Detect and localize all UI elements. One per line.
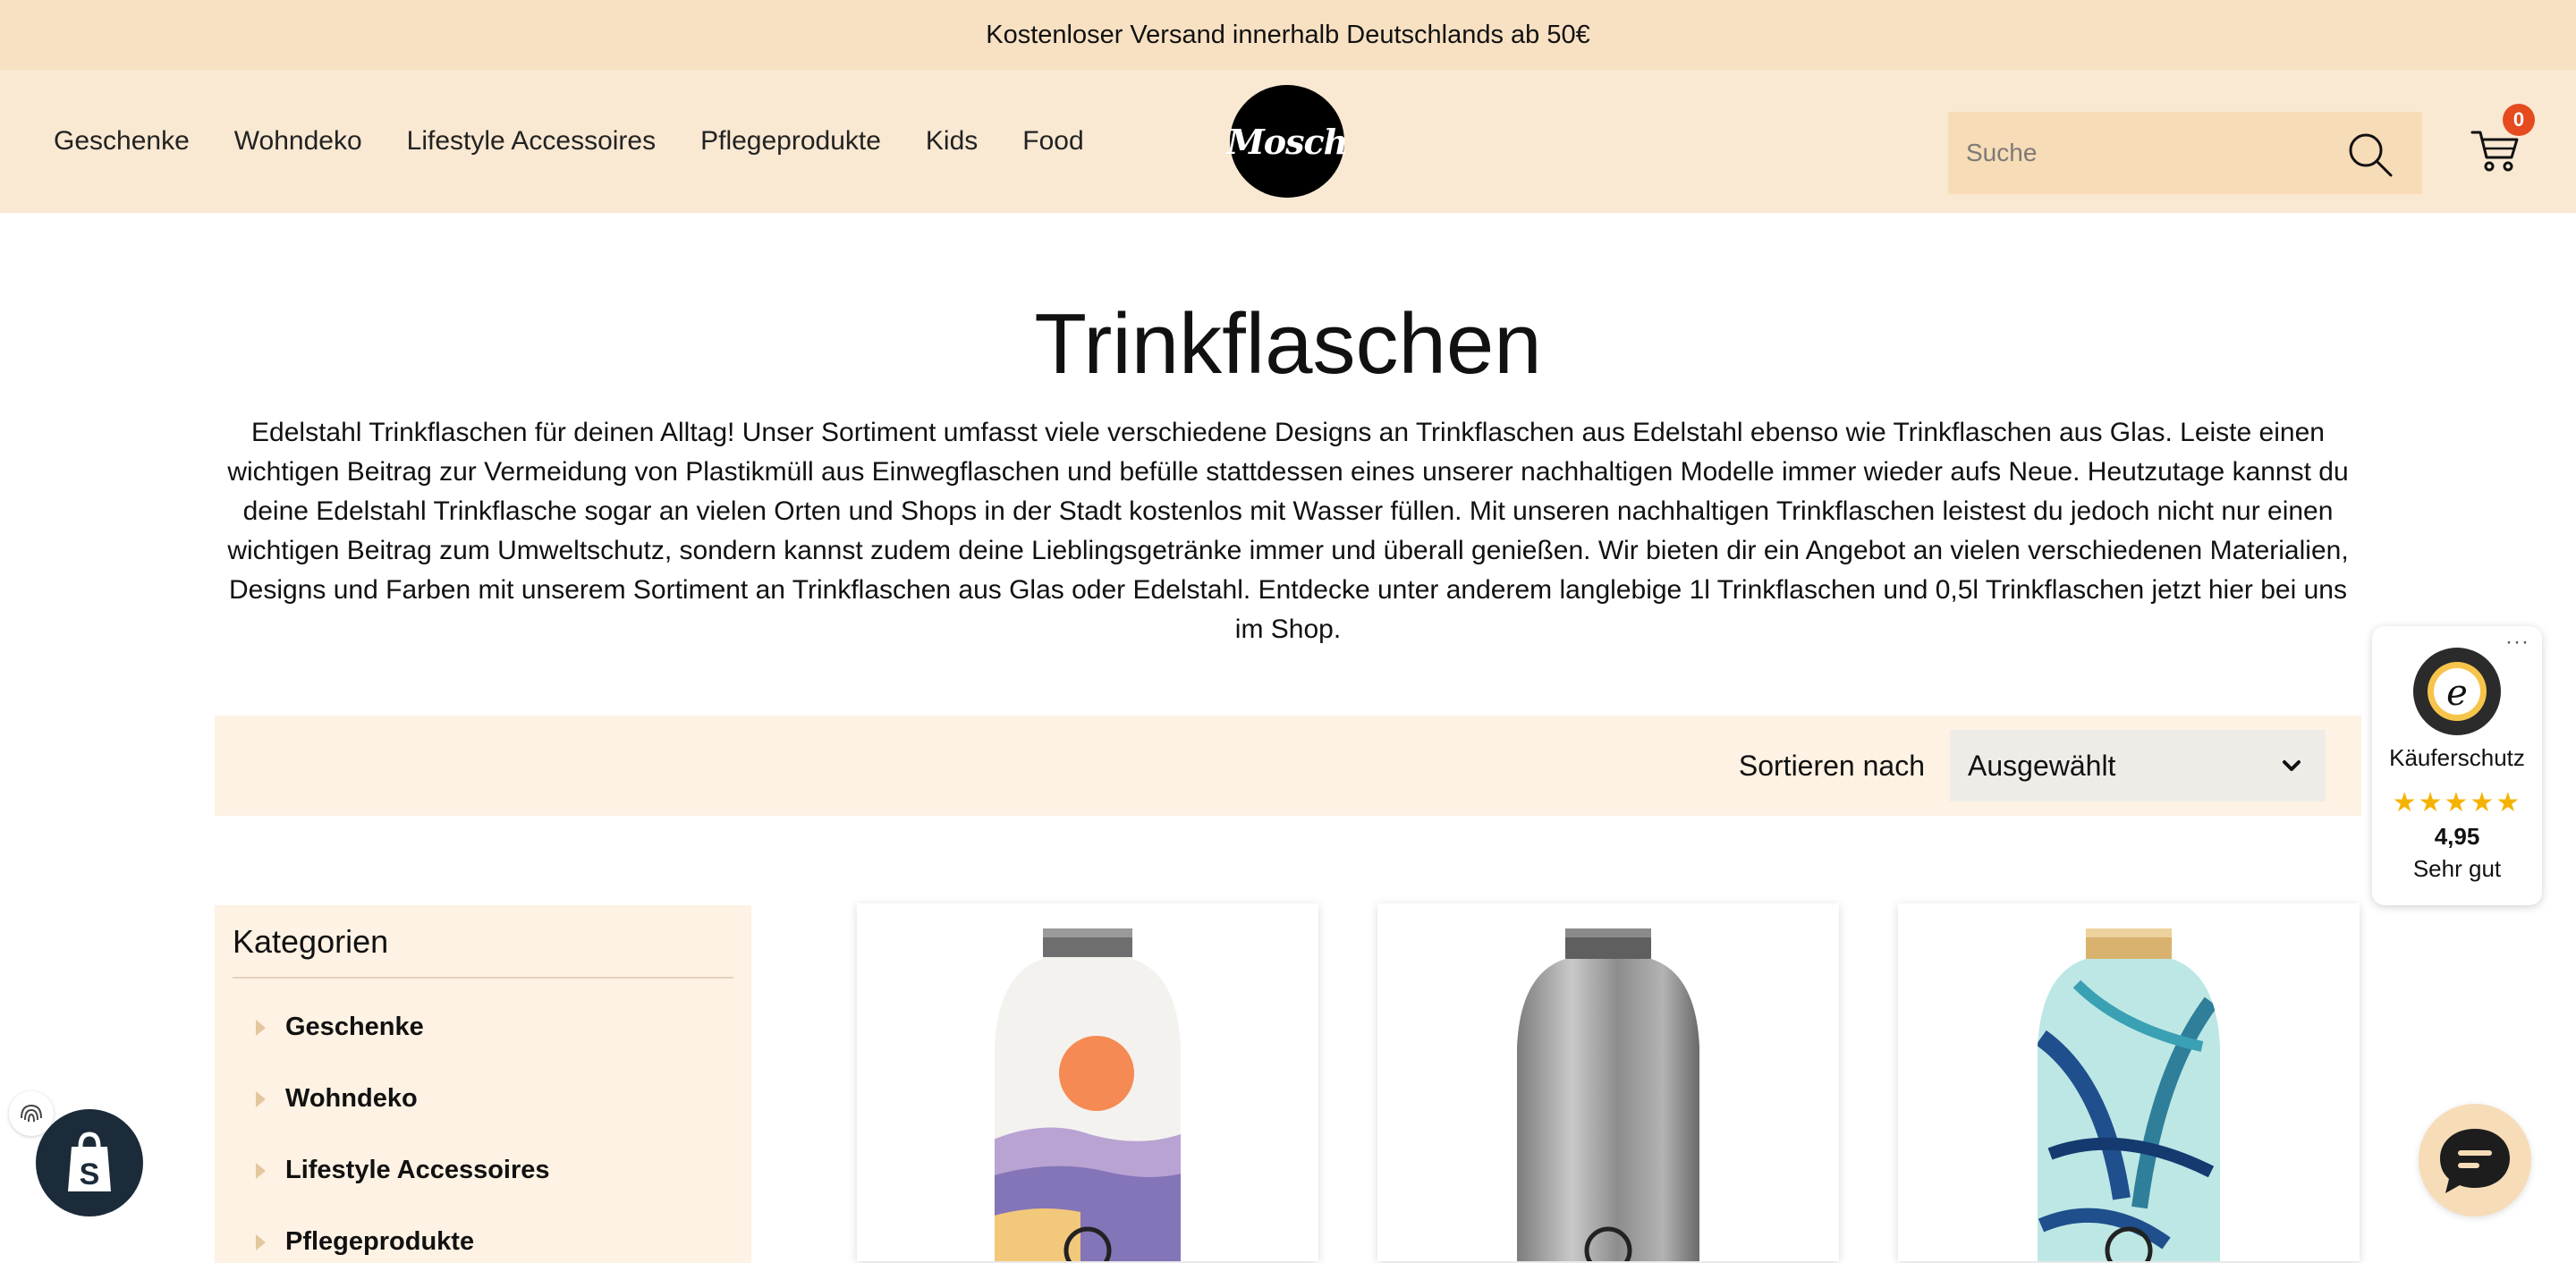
sort-selected-value: Ausgewählt — [1968, 749, 2116, 782]
page-title: Trinkflaschen — [1034, 296, 1542, 392]
sidebar-heading: Kategorien — [233, 923, 389, 960]
product-image-steel-bottle — [1517, 928, 1699, 1261]
more-options-icon[interactable]: ··· — [2505, 630, 2529, 655]
collection-description: Edelstahl Trinkflaschen für deinen Allta… — [227, 418, 2349, 644]
sidebar-item-geschenke[interactable]: Geschenke — [256, 1013, 424, 1042]
brand-logo[interactable]: Mosch — [1227, 85, 1348, 198]
search-bar — [1948, 112, 2422, 194]
product-card[interactable] — [857, 903, 1318, 1261]
main-nav: Geschenke Wohndeko Lifestyle Accessoires… — [54, 70, 1084, 213]
sort-bar: Sortieren nach Ausgewählt — [215, 716, 2361, 816]
sidebar-item-wohndeko[interactable]: Wohndeko — [256, 1084, 418, 1114]
sidebar-item-label: Lifestyle Accessoires — [285, 1156, 550, 1184]
shopify-button[interactable]: S — [36, 1109, 143, 1216]
nav-item-pflegeprodukte[interactable]: Pflegeprodukte — [700, 126, 881, 157]
nav-item-food[interactable]: Food — [1022, 126, 1083, 157]
chat-button[interactable] — [2419, 1104, 2531, 1216]
category-sidebar: Kategorien Geschenke Wohndeko Lifestyle … — [215, 905, 751, 1263]
chevron-down-icon — [2283, 760, 2301, 771]
sidebar-divider — [233, 977, 733, 979]
nav-item-kids[interactable]: Kids — [926, 126, 978, 157]
caret-right-icon — [256, 1162, 266, 1179]
search-icon[interactable] — [2345, 130, 2395, 180]
svg-text:S: S — [80, 1157, 100, 1191]
caret-right-icon — [256, 1233, 266, 1250]
sort-select[interactable]: Ausgewählt — [1950, 730, 2326, 801]
svg-text:e: e — [2446, 673, 2468, 714]
nav-item-geschenke[interactable]: Geschenke — [54, 126, 190, 157]
caret-right-icon — [256, 1090, 266, 1107]
announcement-text: Kostenloser Versand innerhalb Deutschlan… — [986, 20, 1590, 49]
sidebar-item-pflegeprodukte[interactable]: Pflegeprodukte — [256, 1227, 474, 1257]
trusted-shops-badge[interactable]: ··· e Käuferschutz ★★★★★ 4,95 Sehr gut — [2372, 626, 2542, 905]
product-image-leaf-bottle — [2038, 928, 2220, 1261]
caret-right-icon — [256, 1019, 266, 1036]
product-card[interactable] — [1898, 903, 2360, 1261]
rating-score: 4,95 — [2434, 823, 2480, 850]
sidebar-item-label: Wohndeko — [285, 1084, 418, 1113]
search-input[interactable] — [1966, 139, 2342, 167]
nav-item-lifestyle-accessoires[interactable]: Lifestyle Accessoires — [407, 126, 656, 157]
site-header: Geschenke Wohndeko Lifestyle Accessoires… — [0, 70, 2576, 213]
rating-verdict: Sehr gut — [2412, 855, 2502, 882]
sort-label: Sortieren nach — [1738, 749, 1925, 782]
product-card[interactable] — [1377, 903, 1839, 1261]
brand-logo-text: Mosch — [1226, 121, 1349, 162]
trusted-shops-seal-icon: e — [2413, 648, 2501, 735]
shopify-bag-icon: S — [68, 1132, 111, 1191]
product-image-landscape-bottle — [995, 928, 1181, 1261]
sidebar-item-label: Pflegeprodukte — [285, 1227, 475, 1256]
sidebar-item-label: Geschenke — [285, 1013, 424, 1041]
chat-icon — [2440, 1129, 2510, 1193]
announcement-bar: Kostenloser Versand innerhalb Deutschlan… — [0, 0, 2576, 70]
rating-stars: ★★★★★ — [2392, 788, 2522, 818]
cart-count-badge: 0 — [2503, 104, 2535, 136]
nav-item-wohndeko[interactable]: Wohndeko — [234, 126, 362, 157]
trusted-shops-label: Käuferschutz — [2389, 744, 2525, 771]
sidebar-item-lifestyle-accessoires[interactable]: Lifestyle Accessoires — [256, 1156, 550, 1185]
